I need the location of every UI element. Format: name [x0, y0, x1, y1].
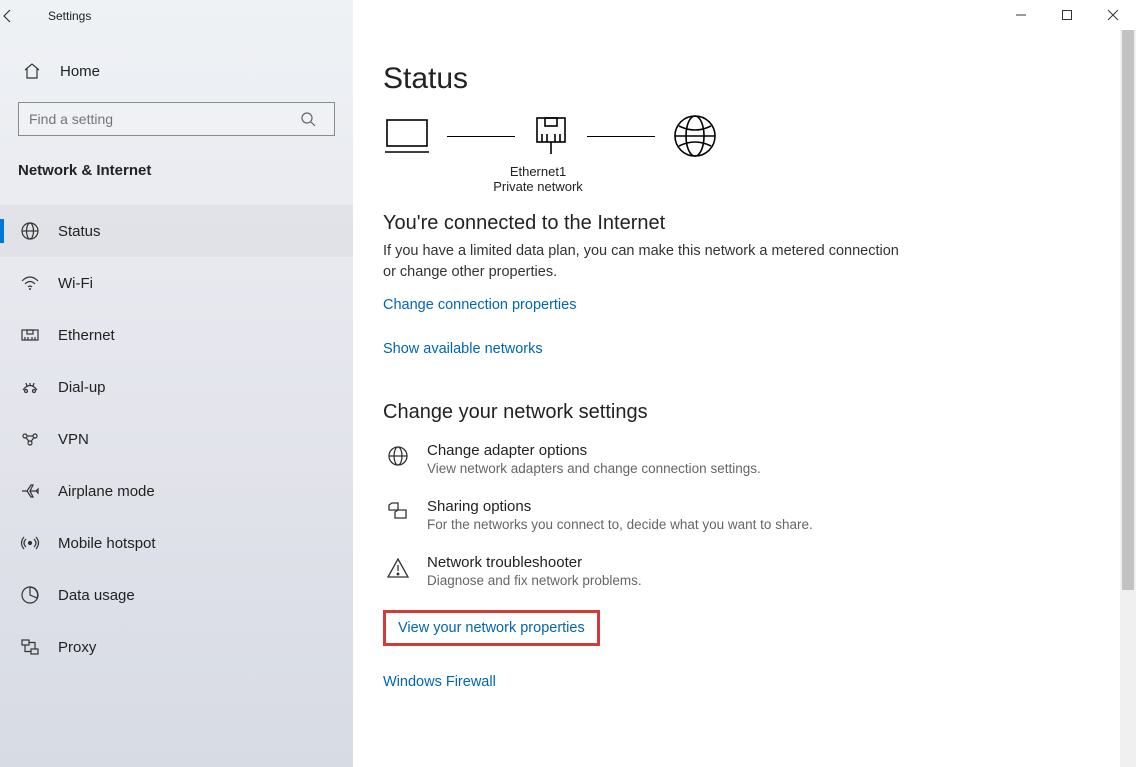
option-title: Network troubleshooter: [427, 554, 642, 571]
nav-label: Proxy: [58, 639, 96, 656]
connected-heading: You're connected to the Internet: [383, 212, 1096, 235]
wifi-icon: [18, 273, 42, 293]
option-adapter[interactable]: Change adapter options View network adap…: [383, 442, 983, 476]
option-sharing[interactable]: Sharing options For the networks you con…: [383, 498, 983, 532]
nav-item-datausage[interactable]: Data usage: [0, 569, 353, 621]
airplane-icon: [18, 481, 42, 501]
page-heading: Status: [383, 62, 1096, 96]
home-icon: [20, 62, 44, 80]
nav-label: Airplane mode: [58, 483, 155, 500]
connection-type: Private network: [383, 179, 693, 194]
option-title: Sharing options: [427, 498, 813, 515]
option-title: Change adapter options: [427, 442, 761, 459]
link-view-network-properties[interactable]: View your network properties: [398, 620, 585, 636]
nav-list: Status Wi-Fi Ethernet Dial-up: [0, 205, 353, 673]
adapter-options-icon: [383, 442, 413, 468]
status-icon: [18, 221, 42, 241]
option-desc: For the networks you connect to, decide …: [427, 517, 813, 532]
connection-label: Ethernet1 Private network: [383, 164, 693, 194]
home-nav[interactable]: Home: [0, 52, 353, 90]
ethernet-icon: [18, 325, 42, 345]
globe-icon: [671, 112, 719, 160]
connected-body: If you have a limited data plan, you can…: [383, 241, 903, 283]
hotspot-icon: [18, 533, 42, 553]
vpn-icon: [18, 429, 42, 449]
highlight-view-properties: View your network properties: [383, 610, 600, 646]
minimize-button[interactable]: [998, 0, 1044, 30]
pc-icon: [383, 116, 431, 156]
link-change-connection-properties[interactable]: Change connection properties: [383, 297, 576, 313]
nav-label: Mobile hotspot: [58, 535, 156, 552]
proxy-icon: [18, 637, 42, 657]
search-input[interactable]: [19, 111, 300, 127]
section-title: Network & Internet: [0, 154, 353, 189]
sidebar: Home Network & Internet Status Wi-Fi: [0, 0, 353, 767]
sharing-icon: [383, 498, 413, 524]
diagram-line: [447, 136, 515, 137]
titlebar: Settings: [0, 0, 1136, 32]
nav-label: Ethernet: [58, 327, 115, 344]
nav-item-hotspot[interactable]: Mobile hotspot: [0, 517, 353, 569]
maximize-button[interactable]: [1044, 0, 1090, 30]
network-diagram: [383, 112, 1096, 160]
search-icon: [300, 111, 334, 127]
link-show-available-networks[interactable]: Show available networks: [383, 341, 543, 357]
troubleshooter-icon: [383, 554, 413, 580]
adapter-icon: [531, 114, 571, 158]
main-content: Status Ethernet1 Private network You're …: [353, 0, 1136, 767]
nav-label: Status: [58, 223, 101, 240]
nav-item-proxy[interactable]: Proxy: [0, 621, 353, 673]
nav-item-wifi[interactable]: Wi-Fi: [0, 257, 353, 309]
home-label: Home: [60, 63, 100, 80]
nav-item-ethernet[interactable]: Ethernet: [0, 309, 353, 361]
datausage-icon: [18, 585, 42, 605]
link-windows-firewall[interactable]: Windows Firewall: [383, 674, 496, 690]
diagram-line: [587, 136, 655, 137]
nav-item-vpn[interactable]: VPN: [0, 413, 353, 465]
nav-label: Data usage: [58, 587, 135, 604]
window-title: Settings: [48, 9, 91, 23]
change-settings-heading: Change your network settings: [383, 401, 1096, 424]
nav-label: VPN: [58, 431, 89, 448]
nav-label: Wi-Fi: [58, 275, 93, 292]
scrollbar-thumb[interactable]: [1122, 30, 1134, 590]
search-box[interactable]: [18, 102, 335, 136]
connection-name: Ethernet1: [383, 164, 693, 179]
close-button[interactable]: [1090, 0, 1136, 30]
back-button[interactable]: [0, 8, 48, 24]
nav-item-airplane[interactable]: Airplane mode: [0, 465, 353, 517]
dialup-icon: [18, 377, 42, 397]
option-desc: Diagnose and fix network problems.: [427, 573, 642, 588]
nav-label: Dial-up: [58, 379, 106, 396]
option-troubleshooter[interactable]: Network troubleshooter Diagnose and fix …: [383, 554, 983, 588]
option-desc: View network adapters and change connect…: [427, 461, 761, 476]
nav-item-status[interactable]: Status: [0, 205, 353, 257]
nav-item-dialup[interactable]: Dial-up: [0, 361, 353, 413]
